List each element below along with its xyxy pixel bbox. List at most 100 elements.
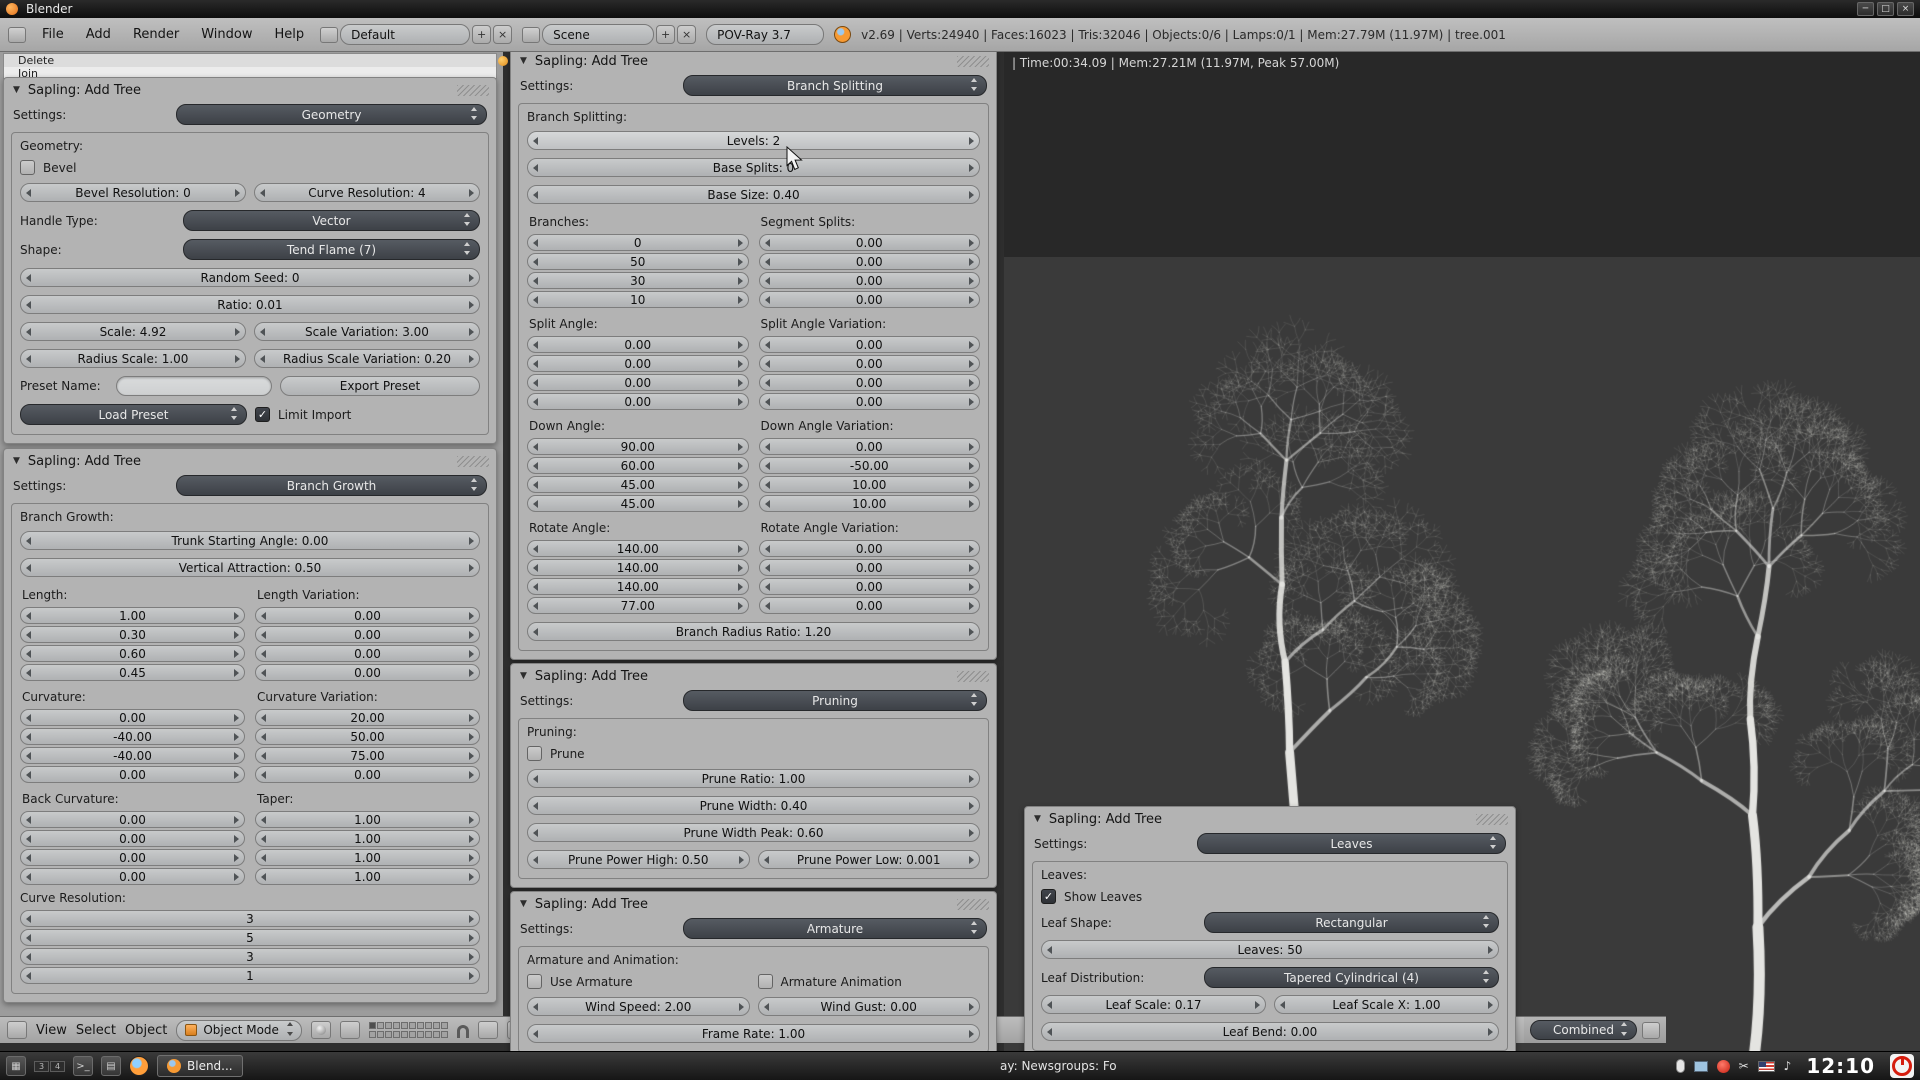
leaves-count-slider[interactable]: Leaves: 50 [1041, 940, 1499, 959]
menu-item-delete[interactable]: Delete [4, 54, 496, 67]
rotate-angle-slider-0[interactable]: 140.00 [527, 540, 749, 557]
wind-gust-slider[interactable]: Wind Gust: 0.00 [758, 997, 981, 1016]
updates-tray-icon[interactable] [1717, 1060, 1730, 1073]
image-pin-icon[interactable] [1642, 1022, 1660, 1039]
mode-dropdown[interactable]: Object Mode [176, 1020, 302, 1041]
taper-slider-0[interactable]: 1.00 [255, 811, 480, 828]
curvature-slider-2[interactable]: -40.00 [20, 747, 245, 764]
menu-render[interactable]: Render [127, 27, 185, 42]
split-angle-variation-slider-0[interactable]: 0.00 [759, 336, 981, 353]
menu-window[interactable]: Window [195, 27, 258, 42]
collapse-triangle-icon[interactable]: ▼ [13, 85, 20, 95]
curvature-slider-0[interactable]: 0.00 [20, 709, 245, 726]
settings-dropdown-splitting[interactable]: Branch Splitting [683, 75, 987, 96]
armature-animation-checkbox[interactable] [758, 974, 773, 989]
minimize-button[interactable]: ─ [1857, 2, 1874, 16]
collapse-triangle-icon[interactable]: ▼ [520, 56, 527, 66]
rotate-angle-variation-slider-2[interactable]: 0.00 [759, 578, 981, 595]
select-menu[interactable]: Select [76, 1023, 116, 1038]
view-menu[interactable]: View [36, 1023, 67, 1038]
down-angle-variation-slider-3[interactable]: 10.00 [759, 495, 981, 512]
delete-layout-button[interactable]: × [493, 25, 512, 44]
rotate-angle-variation-slider-1[interactable]: 0.00 [759, 559, 981, 576]
shape-dropdown[interactable]: Tend Flame (7) [183, 239, 480, 260]
base-size-slider[interactable]: Base Size: 0.40 [527, 185, 980, 204]
panel-header-pruning[interactable]: ▼ Sapling: Add Tree [511, 664, 996, 688]
settings-dropdown-armature[interactable]: Armature [683, 918, 987, 939]
preset-name-input[interactable] [116, 376, 272, 396]
bevel-checkbox[interactable] [20, 160, 35, 175]
close-button[interactable]: × [1897, 2, 1914, 16]
curvature-slider-1[interactable]: -40.00 [20, 728, 245, 745]
curve-resolution-slider-2[interactable]: 3 [20, 948, 480, 965]
segment-splits-slider-3[interactable]: 0.00 [759, 291, 981, 308]
collapse-triangle-icon[interactable]: ▼ [520, 671, 527, 681]
blender-taskbar-button[interactable]: Blend... [157, 1055, 243, 1077]
branch-radius-ratio-slider[interactable]: Branch Radius Ratio: 1.20 [527, 622, 980, 641]
show-leaves-checkbox[interactable]: ✓ [1041, 889, 1056, 904]
panel-header-branch-growth[interactable]: ▼ Sapling: Add Tree [4, 449, 496, 473]
back-curvature-slider-2[interactable]: 0.00 [20, 849, 245, 866]
power-button[interactable] [1890, 1054, 1914, 1078]
rotate-angle-slider-3[interactable]: 77.00 [527, 597, 749, 614]
curvature-variation-slider-0[interactable]: 20.00 [255, 709, 480, 726]
panel-header-armature[interactable]: ▼ Sapling: Add Tree [511, 892, 996, 916]
panel-header-geometry[interactable]: ▼ Sapling: Add Tree [4, 78, 496, 102]
pivot-point-icon[interactable] [340, 1021, 360, 1039]
scene-icon[interactable] [522, 27, 540, 43]
rotate-angle-slider-1[interactable]: 140.00 [527, 559, 749, 576]
length-variation-slider-2[interactable]: 0.00 [255, 645, 480, 662]
leaf-shape-dropdown[interactable]: Rectangular [1204, 912, 1499, 933]
ratio-slider[interactable]: Ratio: 0.01 [20, 295, 480, 314]
collapse-triangle-icon[interactable]: ▼ [1034, 814, 1041, 824]
length-slider-3[interactable]: 0.45 [20, 664, 245, 681]
terminal-icon[interactable]: >_ [73, 1056, 93, 1076]
workspace-4[interactable]: 4 [50, 1061, 65, 1072]
down-angle-slider-1[interactable]: 60.00 [527, 457, 749, 474]
split-angle-slider-1[interactable]: 0.00 [527, 355, 749, 372]
down-angle-slider-0[interactable]: 90.00 [527, 438, 749, 455]
down-angle-variation-slider-2[interactable]: 10.00 [759, 476, 981, 493]
render-engine-selector[interactable]: POV-Ray 3.7 [706, 24, 824, 45]
leaf-distribution-dropdown[interactable]: Tapered Cylindrical (4) [1204, 967, 1499, 988]
split-angle-slider-3[interactable]: 0.00 [527, 393, 749, 410]
panel-header-leaves[interactable]: ▼ Sapling: Add Tree [1025, 807, 1515, 831]
collapse-triangle-icon[interactable]: ▼ [520, 899, 527, 909]
editor-type-icon[interactable] [7, 1021, 27, 1039]
newsreader-taskbar-button[interactable]: ay: Newsgroups: Fo [1000, 1059, 1117, 1073]
radius-scale-slider[interactable]: Radius Scale: 1.00 [20, 349, 246, 368]
curvature-variation-slider-1[interactable]: 50.00 [255, 728, 480, 745]
limit-import-checkbox[interactable]: ✓ [255, 407, 270, 422]
delete-scene-button[interactable]: × [677, 25, 696, 44]
base-splits-slider[interactable]: Base Splits: 0 [527, 158, 980, 177]
scale-slider[interactable]: Scale: 4.92 [20, 322, 246, 341]
branches-slider-1[interactable]: 50 [527, 253, 749, 270]
menu-help[interactable]: Help [268, 27, 310, 42]
taper-slider-1[interactable]: 1.00 [255, 830, 480, 847]
taper-slider-3[interactable]: 1.00 [255, 868, 480, 885]
layout-selector[interactable]: Default [340, 24, 470, 45]
scale-variation-slider[interactable]: Scale Variation: 3.00 [254, 322, 480, 341]
maximize-button[interactable]: □ [1877, 2, 1894, 16]
settings-dropdown-geometry[interactable]: Geometry [176, 104, 487, 125]
use-armature-checkbox[interactable] [527, 974, 542, 989]
down-angle-variation-slider-1[interactable]: -50.00 [759, 457, 981, 474]
branches-slider-2[interactable]: 30 [527, 272, 749, 289]
workspace-3[interactable]: 3 [34, 1061, 49, 1072]
split-angle-slider-0[interactable]: 0.00 [527, 336, 749, 353]
layers-widget[interactable] [369, 1022, 448, 1039]
split-angle-variation-slider-3[interactable]: 0.00 [759, 393, 981, 410]
add-scene-button[interactable]: + [656, 25, 675, 44]
branches-slider-3[interactable]: 10 [527, 291, 749, 308]
random-seed-slider[interactable]: Random Seed: 0 [20, 268, 480, 287]
frame-rate-slider[interactable]: Frame Rate: 1.00 [527, 1024, 980, 1043]
back-curvature-slider-0[interactable]: 0.00 [20, 811, 245, 828]
trunk-starting-angle-slider[interactable]: Trunk Starting Angle: 0.00 [20, 531, 480, 550]
down-angle-slider-2[interactable]: 45.00 [527, 476, 749, 493]
prune-ratio-slider[interactable]: Prune Ratio: 1.00 [527, 769, 980, 788]
settings-dropdown-pruning[interactable]: Pruning [683, 690, 987, 711]
curvature-variation-slider-3[interactable]: 0.00 [255, 766, 480, 783]
branches-slider-0[interactable]: 0 [527, 234, 749, 251]
prune-checkbox[interactable] [527, 746, 542, 761]
curve-resolution-slider-1[interactable]: 5 [20, 929, 480, 946]
